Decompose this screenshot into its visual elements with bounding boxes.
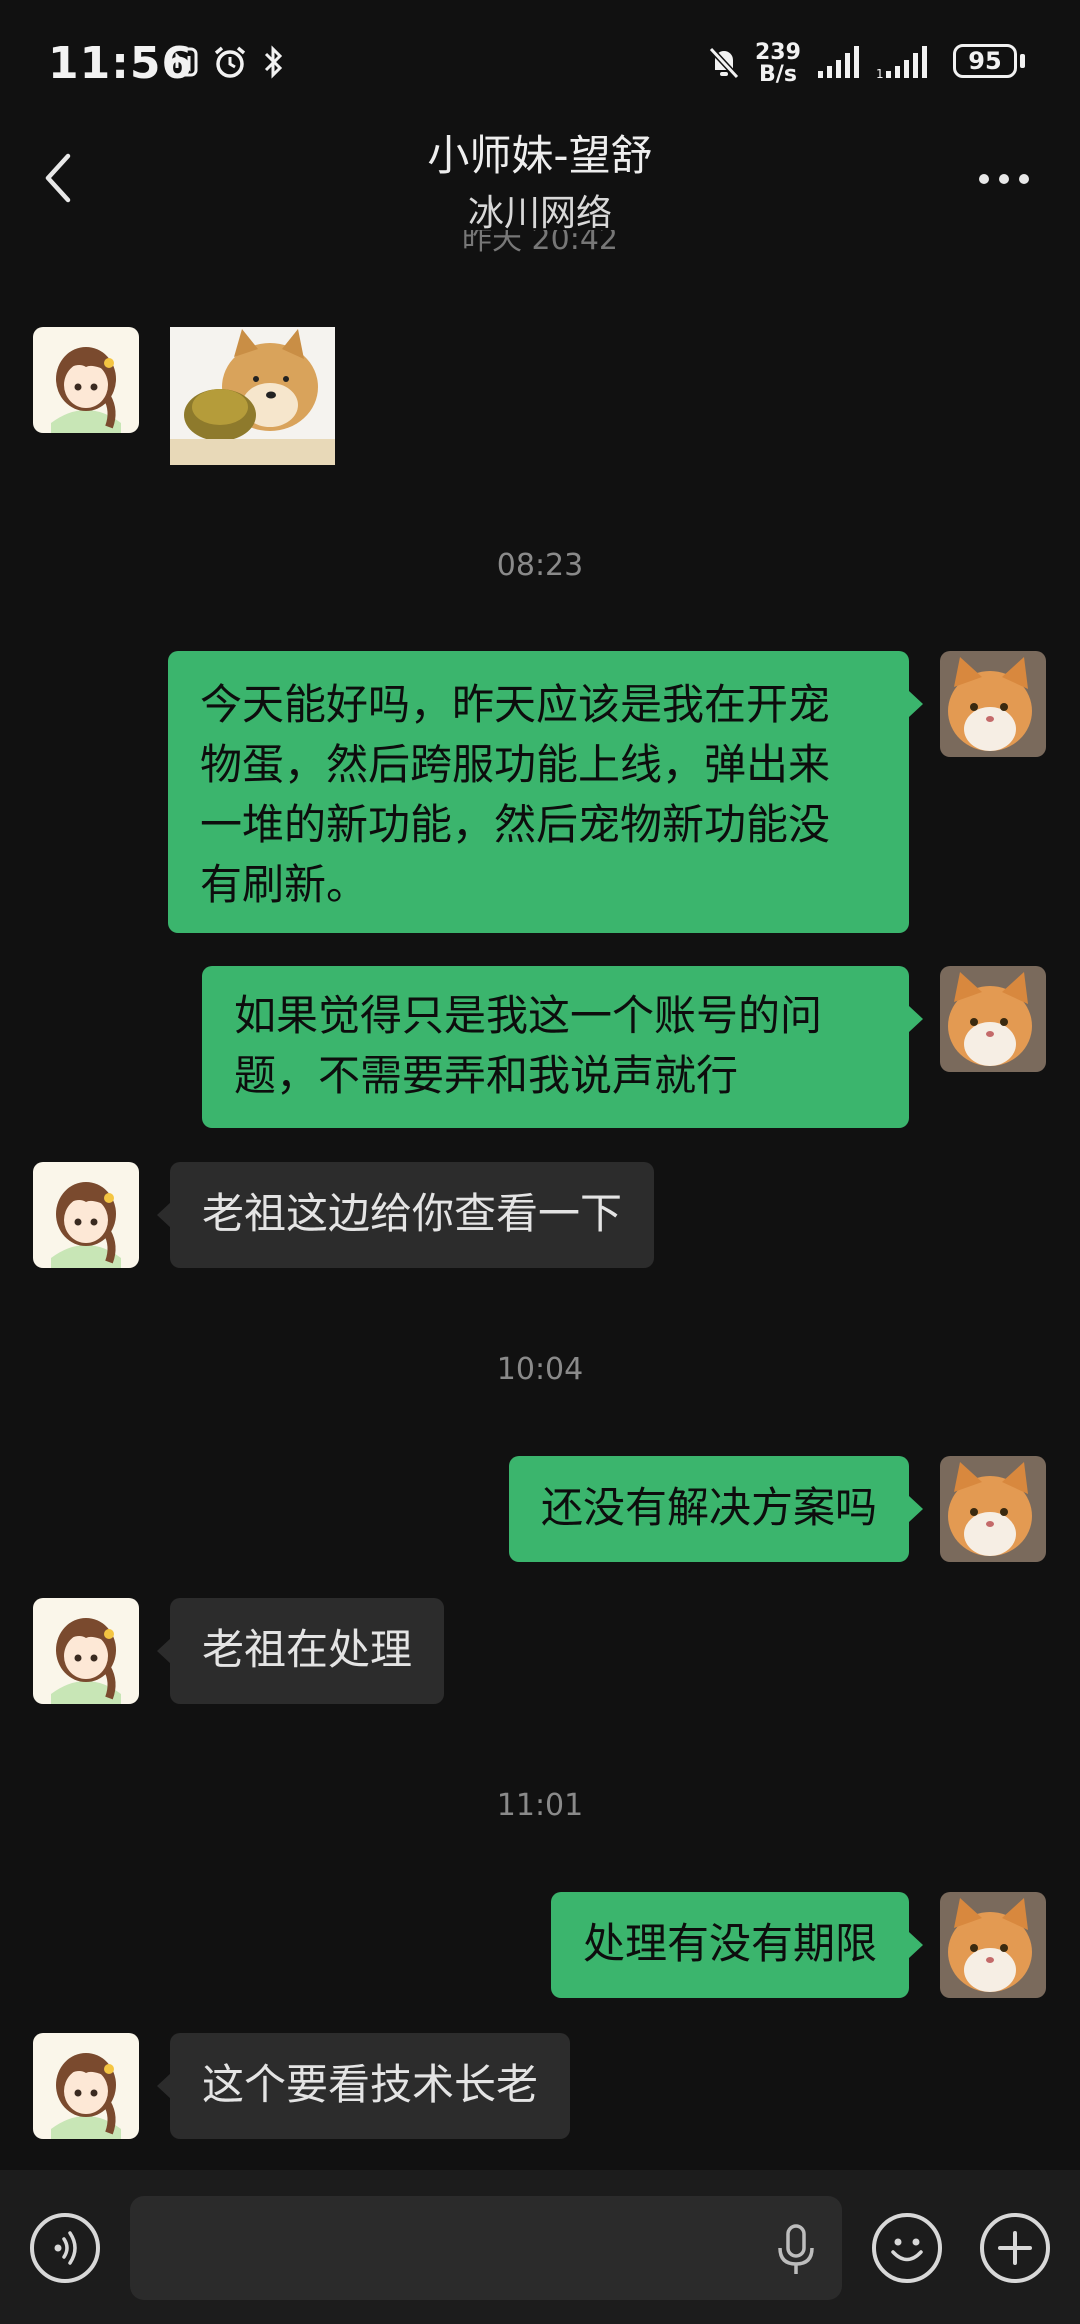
- bubble-tail: [909, 1932, 923, 1958]
- message-line: 一堆的新功能，然后宠物新功能没: [200, 800, 831, 849]
- message-bubble-received[interactable]: 老祖在处理: [170, 1598, 445, 1704]
- net-speed-value: 239: [755, 40, 801, 65]
- bubble-tail: [157, 1202, 171, 1228]
- girl-avatar-icon: [33, 2033, 139, 2139]
- message-line: 如果觉得只是我这一个账号的问: [234, 991, 823, 1040]
- shiba-sticker-icon: [170, 327, 335, 465]
- bubble-tail: [909, 1006, 923, 1032]
- timestamp: 08:23: [496, 548, 584, 583]
- message-bubble-sent[interactable]: 还没有解决方案吗: [508, 1456, 909, 1562]
- chat-subtitle: 冰川网络: [467, 193, 612, 234]
- my-avatar[interactable]: [940, 651, 1046, 757]
- girl-avatar-icon: [33, 327, 139, 433]
- bubble-tail: [157, 2073, 171, 2099]
- contact-avatar[interactable]: [33, 2033, 139, 2139]
- more-icon[interactable]: [978, 172, 1030, 186]
- my-avatar[interactable]: [940, 966, 1046, 1072]
- alarm-icon: [214, 46, 246, 78]
- sticker-image[interactable]: [170, 327, 335, 465]
- signal-icon: [818, 46, 859, 78]
- timestamp: 10:04: [496, 1352, 584, 1387]
- contact-avatar[interactable]: [33, 1162, 139, 1268]
- bubble-tail: [909, 691, 923, 717]
- cat-avatar-icon: [940, 1892, 1046, 1998]
- message-bubble-sent[interactable]: 如果觉得只是我这一个账号的问 题，不需要弄和我说声就行: [202, 966, 909, 1128]
- battery-icon: 95: [953, 44, 1017, 78]
- cat-avatar-icon: [940, 966, 1046, 1072]
- message-bubble-received[interactable]: 老祖这边给你查看一下: [170, 1162, 655, 1268]
- mic-icon[interactable]: [776, 2224, 816, 2276]
- cat-avatar-icon: [940, 1456, 1046, 1562]
- message-line: 有刷新。: [200, 860, 369, 909]
- message-line: 物蛋，然后跨服功能上线，弹出来: [200, 740, 831, 789]
- emoji-icon[interactable]: [872, 2213, 942, 2283]
- bubble-tail: [157, 1638, 171, 1664]
- message-bubble-sent[interactable]: 今天能好吗，昨天应该是我在开宠 物蛋，然后跨服功能上线，弹出来 一堆的新功能，然…: [168, 651, 909, 933]
- message-line: 题，不需要弄和我说声就行: [234, 1051, 739, 1100]
- chat-title: 小师妹-望舒: [427, 131, 653, 180]
- mute-icon: [708, 46, 740, 80]
- partial-timestamp: 昨天 20:42: [462, 230, 618, 252]
- bubble-tail: [909, 1496, 923, 1522]
- girl-avatar-icon: [33, 1598, 139, 1704]
- message-line: 今天能好吗，昨天应该是我在开宠: [200, 680, 831, 729]
- voice-icon[interactable]: [30, 2213, 100, 2283]
- svg-text:1: 1: [876, 67, 884, 80]
- contact-avatar[interactable]: [33, 327, 139, 433]
- bluetooth-icon: [264, 45, 283, 79]
- my-avatar[interactable]: [940, 1892, 1046, 1998]
- message-bubble-received[interactable]: 这个要看技术长老: [170, 2033, 571, 2139]
- net-speed-unit: B/s: [759, 62, 797, 87]
- battery-tip: [1020, 54, 1025, 68]
- contact-avatar[interactable]: [33, 1598, 139, 1704]
- message-bubble-sent[interactable]: 处理有没有期限: [550, 1892, 909, 1998]
- girl-avatar-icon: [33, 1162, 139, 1268]
- timestamp: 11:01: [496, 1788, 584, 1823]
- message-input[interactable]: [130, 2196, 842, 2300]
- plus-icon[interactable]: [980, 2213, 1050, 2283]
- my-avatar[interactable]: [940, 1456, 1046, 1562]
- cat-avatar-icon: [940, 651, 1046, 757]
- net-speed: 239 B/s: [755, 42, 801, 86]
- nfc-icon: [168, 47, 198, 77]
- signal2-icon: 1: [876, 46, 927, 80]
